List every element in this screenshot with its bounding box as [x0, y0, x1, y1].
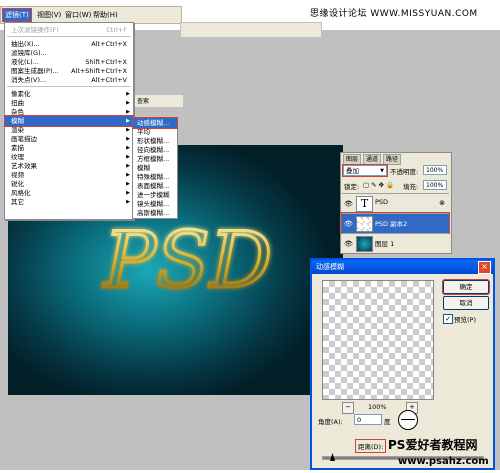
- photoshop-window: 思缘设计论坛 WWW.MISSYUAN.COM 滤镜(T) 视图(V) 窗口(W…: [0, 0, 500, 473]
- zoom-level: 100%: [368, 403, 387, 411]
- ok-button[interactable]: 确定: [442, 279, 490, 295]
- opacity-field[interactable]: 100%: [423, 165, 447, 175]
- angle-indicator: [401, 419, 415, 420]
- fx-icon: ⊗: [439, 199, 445, 207]
- psd-glow-text: PSD: [100, 215, 273, 308]
- fill-label: 填充:: [403, 183, 419, 191]
- preview-checkbox[interactable]: ✓: [443, 314, 453, 324]
- chevron-down-icon: ▼: [380, 168, 384, 174]
- angle-input[interactable]: 0: [354, 414, 382, 425]
- cancel-button[interactable]: 取消: [443, 296, 489, 310]
- tab-channels[interactable]: 通道: [363, 154, 382, 165]
- site-watermark-title: 思缘设计论坛 WWW.MISSYUAN.COM: [310, 9, 478, 19]
- eye-icon[interactable]: 👁: [344, 240, 353, 248]
- layer-row-psd[interactable]: 👁 T PSD ⊗: [342, 193, 449, 213]
- blend-mode-value: 叠加: [346, 167, 359, 175]
- layer-row-layer1[interactable]: 👁 图层 1: [342, 233, 449, 253]
- submenu-arrow-icon: ▶: [126, 199, 130, 205]
- fill-field[interactable]: 100%: [423, 180, 447, 190]
- menu-item-label: 上次滤镜操作(F): [11, 26, 59, 34]
- menu-separator: [7, 36, 131, 37]
- tab-layers[interactable]: 图层: [343, 154, 362, 165]
- blend-mode-select[interactable]: 叠加 ▼: [342, 164, 388, 177]
- blur-submenu-item[interactable]: 高斯模糊...: [133, 208, 177, 218]
- filter-menu-item[interactable]: 消失点(V)... Alt+Ctrl+V: [5, 75, 133, 85]
- options-bar-fragment: 查索: [132, 94, 184, 108]
- menu-separator: [7, 86, 131, 87]
- angle-dial[interactable]: [398, 410, 418, 430]
- layer-name: 图层 1: [375, 240, 395, 248]
- angle-label: 角度(A):: [318, 418, 343, 426]
- angle-unit: 度: [384, 418, 391, 426]
- filter-menu-item[interactable]: 上次滤镜操作(F) Ctrl+F: [5, 25, 133, 35]
- close-icon[interactable]: ×: [478, 261, 491, 274]
- layer-thumbnail: [356, 216, 373, 232]
- layer-row-psd-copy2[interactable]: 👁 PSD 副本2: [341, 212, 450, 234]
- menu-help[interactable]: 帮助(H): [91, 9, 120, 21]
- watermark-url: www.psahz.com: [398, 456, 489, 467]
- blur-preview[interactable]: [322, 280, 434, 400]
- blur-submenu: 动感模糊... 平均 形状模糊... 径向模糊... 方框模糊... 模糊 特殊模糊... 表…: [132, 117, 178, 219]
- menu-item-label: 消失点(V)...: [11, 76, 47, 84]
- canvas-text: PSD: [102, 216, 272, 306]
- eye-icon[interactable]: 👁: [344, 220, 353, 228]
- filter-menu-item[interactable]: 其它 ▶: [5, 197, 133, 207]
- lock-icons[interactable]: ▢✎✥🔒: [363, 181, 396, 189]
- layer-thumbnail: [356, 236, 373, 252]
- options-bar: [180, 22, 322, 38]
- menu-item-shortcut: Alt+Ctrl+V: [91, 76, 127, 84]
- filter-menu: 上次滤镜操作(F) Ctrl+F 抽出(X)... Alt+Ctrl+X 滤镜库(G).…: [4, 22, 134, 220]
- layer-name: PSD 副本2: [375, 220, 408, 228]
- zoom-out-button[interactable]: −: [342, 402, 354, 414]
- menu-view[interactable]: 视图(V): [35, 9, 63, 21]
- dialog-title: 动感模糊: [312, 260, 493, 274]
- text-layer-icon: T: [356, 196, 373, 212]
- layer-name: PSD: [375, 198, 389, 206]
- layers-panel: 图层 通道 路径 叠加 ▼ 不透明度: 100% 锁定: ▢✎✥🔒 填充: 10…: [340, 152, 452, 254]
- menu-item-shortcut: Ctrl+F: [106, 26, 127, 34]
- preview-label: 预览(P): [454, 316, 476, 324]
- eye-icon[interactable]: 👁: [344, 200, 353, 208]
- distance-label: 距离(D):: [354, 439, 387, 453]
- menu-filter[interactable]: 滤镜(T): [2, 8, 32, 22]
- tab-paths[interactable]: 路径: [383, 154, 402, 165]
- menu-item-label: 其它: [11, 198, 24, 206]
- lock-label: 锁定:: [344, 183, 360, 191]
- menu-window[interactable]: 窗口(W): [63, 9, 93, 21]
- watermark-text: PS爱好者教程网: [388, 438, 478, 452]
- options-bar-text: 查索: [137, 98, 150, 105]
- opacity-label: 不透明度:: [390, 168, 419, 176]
